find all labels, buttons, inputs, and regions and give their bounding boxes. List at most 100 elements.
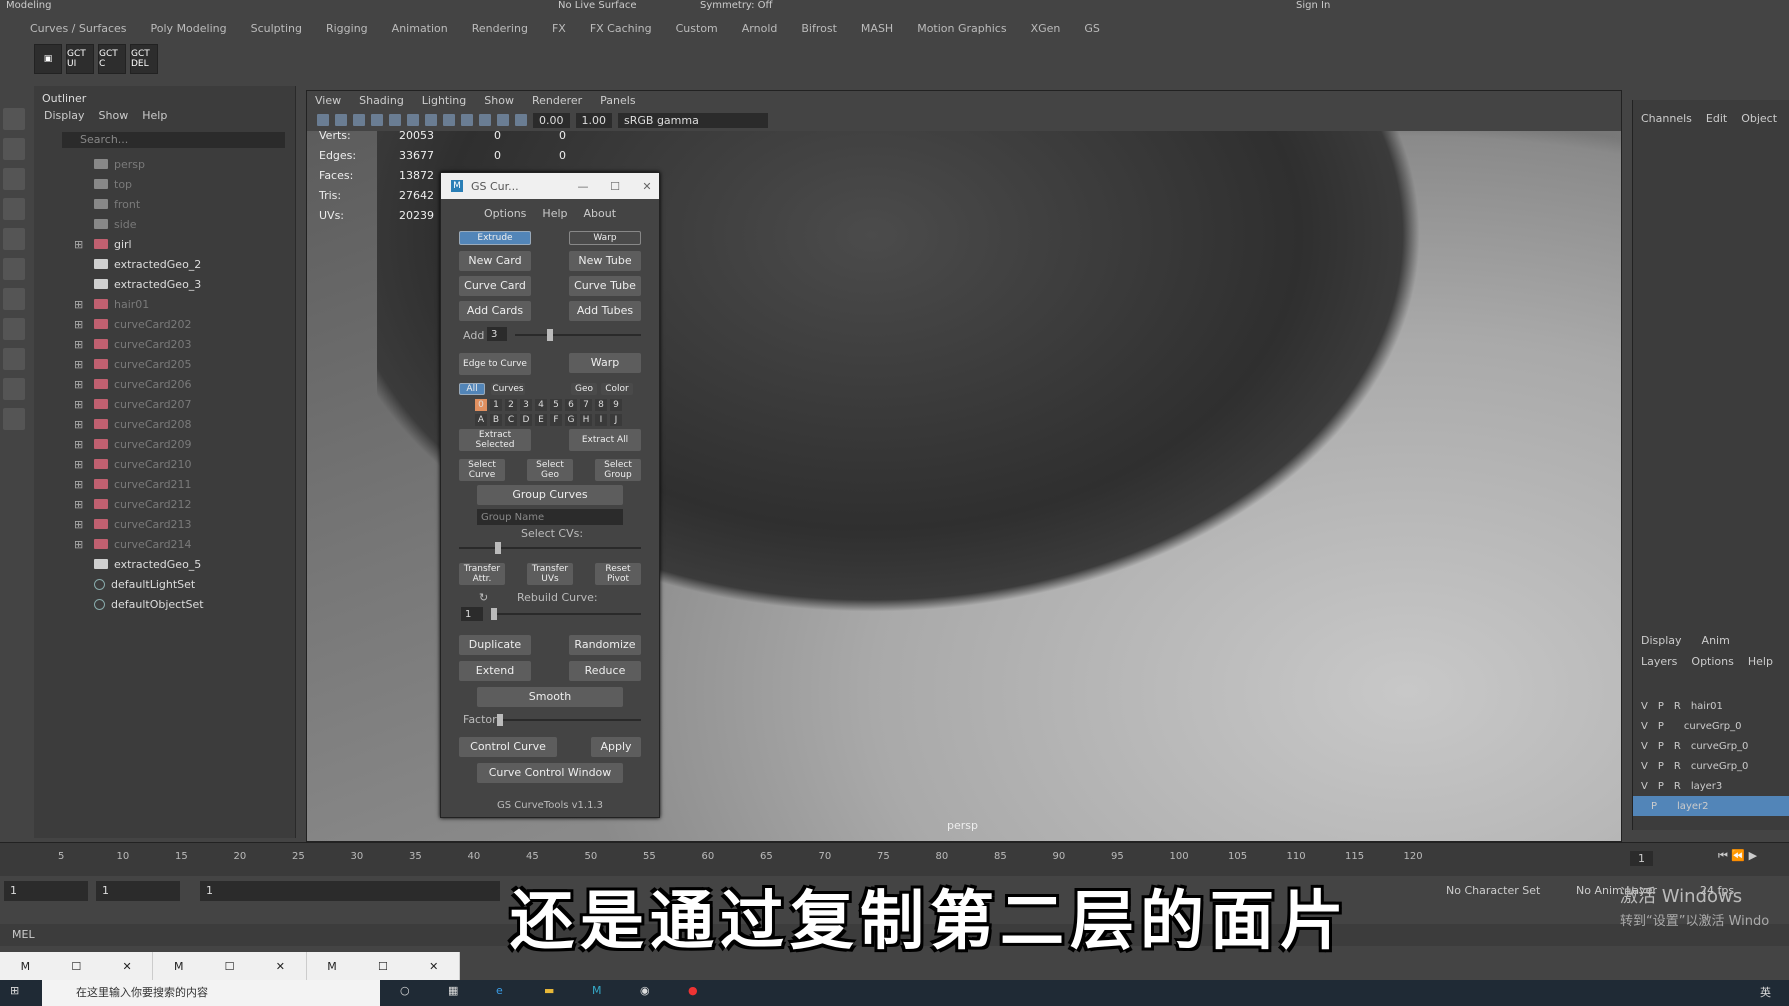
shelf-tab[interactable]: Rigging [326, 22, 368, 40]
outliner-item[interactable]: ⊞ curveCard210 [34, 454, 295, 474]
gs-menu-help[interactable]: Help [542, 207, 567, 220]
camera-app-icon[interactable]: ◉ [640, 984, 650, 997]
close-icon[interactable]: ✕ [122, 960, 131, 973]
minimize-icon[interactable]: — [571, 180, 595, 193]
lasso-tool-icon[interactable] [3, 138, 25, 160]
gs-window-titlebar[interactable]: M GS Cur... — ☐ ✕ [441, 173, 659, 199]
smooth-button[interactable]: Smooth [477, 687, 623, 707]
layer-toggle-button[interactable]: J [610, 414, 622, 426]
add-count-field[interactable]: 3 [487, 327, 507, 341]
start-frame-field[interactable]: 1 [4, 881, 88, 901]
playback-controls-icon[interactable]: ⏮ ⏪ ▶ [1718, 849, 1757, 863]
refresh-icon[interactable]: ↻ [479, 591, 488, 604]
layer-toggle-button[interactable]: 6 [565, 399, 577, 411]
live-surface-label[interactable]: No Live Surface [558, 0, 636, 11]
channels-menu[interactable]: Channels [1641, 112, 1692, 125]
vp-menu-show[interactable]: Show [484, 94, 514, 107]
rebuild-slider[interactable] [491, 608, 641, 620]
add-tubes-button[interactable]: Add Tubes [569, 301, 641, 321]
playback-toggle[interactable]: P [1658, 761, 1664, 772]
reference-toggle[interactable]: R [1674, 741, 1681, 752]
expand-icon[interactable]: ⊞ [74, 458, 86, 471]
group-name-input[interactable]: Group Name [477, 509, 623, 525]
select-group-button[interactable]: Select Group [595, 459, 641, 481]
layer-row[interactable]: V PcurveGrp_0 [1633, 716, 1789, 736]
layer-row[interactable]: Player2 [1633, 796, 1789, 816]
visibility-toggle[interactable]: V [1641, 761, 1648, 772]
character-set-dropdown[interactable]: No Character Set [1446, 884, 1540, 897]
outliner-item[interactable]: extractedGeo_3 [34, 274, 295, 294]
curve-card-button[interactable]: Curve Card [459, 276, 531, 296]
select-tool-icon[interactable] [3, 108, 25, 130]
add-cards-button[interactable]: Add Cards [459, 301, 531, 321]
color-space-dropdown[interactable]: sRGB gamma [618, 112, 768, 128]
vp-menu-renderer[interactable]: Renderer [532, 94, 582, 107]
visibility-toggle[interactable]: V [1641, 701, 1648, 712]
edge-icon[interactable]: e [496, 984, 503, 997]
expand-icon[interactable]: ⊞ [74, 358, 86, 371]
factor-knob[interactable] [497, 714, 503, 726]
playback-toggle[interactable]: P [1658, 741, 1664, 752]
shelf-tab[interactable]: FX [552, 22, 566, 40]
textured-icon[interactable] [443, 114, 455, 126]
layer-toggle-button[interactable]: 9 [610, 399, 622, 411]
xray-icon[interactable] [515, 114, 527, 126]
gct-c-icon[interactable]: GCT C [98, 44, 126, 74]
apply-button[interactable]: Apply [591, 737, 641, 757]
filter-geo-toggle[interactable]: Geo [571, 383, 597, 395]
expand-icon[interactable]: ⊞ [74, 238, 86, 251]
reference-toggle[interactable]: R [1674, 781, 1681, 792]
lights-icon[interactable] [461, 114, 473, 126]
outliner-item[interactable]: ⊞ curveCard211 [34, 474, 295, 494]
playback-toggle[interactable]: P [1658, 721, 1664, 732]
outliner-item[interactable]: ⊞ curveCard212 [34, 494, 295, 514]
filter-curves-toggle[interactable]: Curves [491, 383, 525, 395]
wireframe-icon[interactable] [407, 114, 419, 126]
maya-window-tab[interactable]: M ☐ ✕ [0, 952, 154, 980]
outliner-item[interactable]: ⊞ curveCard209 [34, 434, 295, 454]
move-tool-icon[interactable] [3, 198, 25, 220]
maya-window-tab[interactable]: M ☐ ✕ [153, 952, 307, 980]
gct-ui-icon[interactable]: GCT UI [66, 44, 94, 74]
outliner-item[interactable]: ⊞ curveCard205 [34, 354, 295, 374]
warp-button[interactable]: Warp [569, 353, 641, 373]
control-curve-button[interactable]: Control Curve [459, 737, 557, 757]
close-icon[interactable]: ✕ [429, 960, 438, 973]
gs-menu-about[interactable]: About [584, 207, 617, 220]
shelf-tab[interactable]: Arnold [742, 22, 778, 40]
curve-control-window-button[interactable]: Curve Control Window [477, 763, 623, 783]
layer-toggle-button[interactable]: H [580, 414, 592, 426]
gct-del-icon[interactable]: GCT DEL [130, 44, 158, 74]
layer-toggle-button[interactable]: B [490, 414, 502, 426]
expand-icon[interactable]: ⊞ [74, 418, 86, 431]
layer-toggle-button[interactable]: 4 [535, 399, 547, 411]
close-icon[interactable]: ✕ [276, 960, 285, 973]
layer-toggle-button[interactable]: E [535, 414, 547, 426]
input-language-indicator[interactable]: 英 [1760, 984, 1771, 1000]
expand-icon[interactable]: ⊞ [74, 398, 86, 411]
layout-split-icon[interactable] [3, 378, 25, 400]
playback-toggle[interactable]: P [1651, 801, 1657, 812]
outliner-item[interactable]: defaultObjectSet [34, 594, 295, 614]
extract-selected-button[interactable]: Extract Selected [459, 429, 531, 451]
shelf-tab[interactable]: Animation [392, 22, 448, 40]
expand-icon[interactable]: ⊞ [74, 318, 86, 331]
outliner-item[interactable]: persp [34, 154, 295, 174]
shelf-tab-gs[interactable]: GS [1084, 22, 1100, 40]
outliner-item[interactable]: ⊞ girl [34, 234, 295, 254]
outliner-menu-help[interactable]: Help [142, 109, 167, 122]
bookmark-icon[interactable] [353, 114, 365, 126]
new-tube-button[interactable]: New Tube [569, 251, 641, 271]
camera-icon[interactable] [317, 114, 329, 126]
rebuild-value-field[interactable]: 1 [461, 607, 483, 621]
expand-icon[interactable]: ⊞ [74, 478, 86, 491]
paint-select-icon[interactable] [3, 168, 25, 190]
record-icon[interactable]: ● [688, 984, 698, 997]
edit-menu[interactable]: Edit [1706, 112, 1727, 125]
layer-toggle-button[interactable]: 2 [505, 399, 517, 411]
layer-options-menu[interactable]: Options [1691, 655, 1733, 668]
rebuild-knob[interactable] [491, 608, 497, 620]
curve-tool-icon[interactable] [3, 288, 25, 310]
layer-toggle-button[interactable]: 8 [595, 399, 607, 411]
outliner-item[interactable]: ⊞ curveCard202 [34, 314, 295, 334]
